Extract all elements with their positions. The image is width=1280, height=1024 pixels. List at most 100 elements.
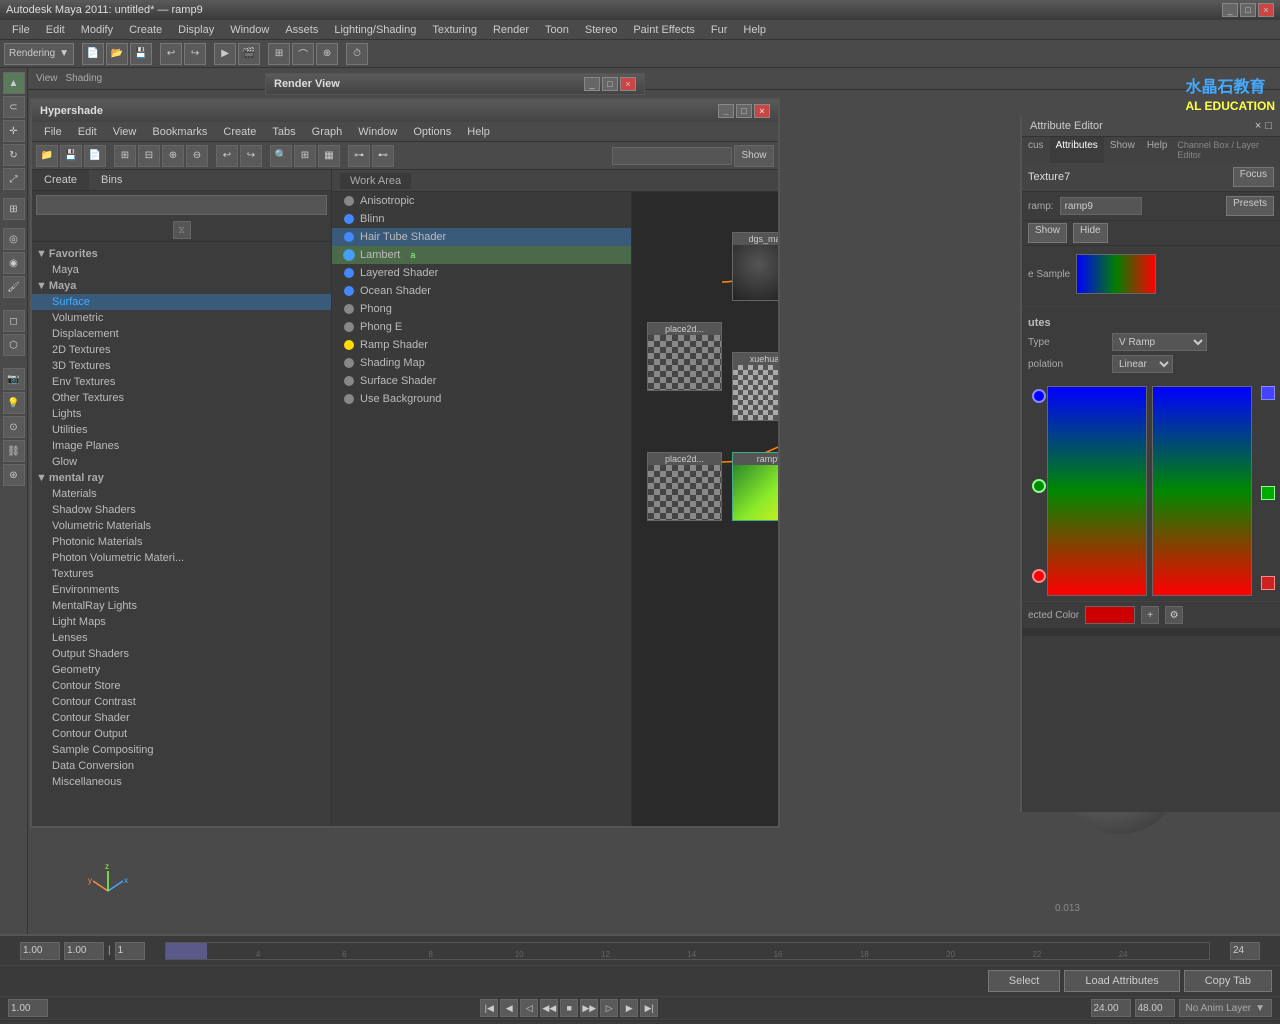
hs-minimize[interactable]: _ <box>718 104 734 118</box>
attr-editor-close[interactable]: × <box>1255 120 1261 132</box>
playback-end-input[interactable] <box>1091 999 1131 1017</box>
hs-tool-1[interactable]: 📁 <box>36 145 58 167</box>
tab-help[interactable]: Help <box>1141 137 1174 163</box>
playback-start-input[interactable] <box>8 999 48 1017</box>
hs-tool-9[interactable]: ↪ <box>240 145 262 167</box>
hs-tool-7[interactable]: ⊖ <box>186 145 208 167</box>
hs-tool-5[interactable]: ⊟ <box>138 145 160 167</box>
work-area[interactable]: dgs_mat... blendCol... <box>632 192 778 826</box>
undo-btn[interactable]: ↩ <box>160 43 182 65</box>
hs-menu-bookmarks[interactable]: Bookmarks <box>144 124 215 140</box>
presets-btn[interactable]: Presets <box>1226 196 1274 216</box>
tree-item-vol-materials[interactable]: Volumetric Materials <box>32 518 331 534</box>
tree-item-3d-textures[interactable]: 3D Textures <box>32 358 331 374</box>
hs-menu-options[interactable]: Options <box>405 124 459 140</box>
menu-create[interactable]: Create <box>121 22 170 38</box>
tree-item-sample-comp[interactable]: Sample Compositing <box>32 742 331 758</box>
menu-display[interactable]: Display <box>170 22 222 38</box>
copy-tab-button[interactable]: Copy Tab <box>1184 970 1272 992</box>
ramp-value-input[interactable] <box>1060 197 1142 215</box>
hs-menu-file[interactable]: File <box>36 124 70 140</box>
open-btn[interactable]: 📂 <box>106 43 128 65</box>
hs-menu-edit[interactable]: Edit <box>70 124 105 140</box>
tree-item-shadow-shaders[interactable]: Shadow Shaders <box>32 502 331 518</box>
stop-box-blue[interactable] <box>1261 386 1275 400</box>
ik-tool[interactable]: ⛓ <box>3 440 25 462</box>
mode-dropdown[interactable]: Rendering ▼ <box>4 43 74 65</box>
start-time-input[interactable] <box>20 942 60 960</box>
show-btn[interactable]: Show <box>1028 223 1067 243</box>
stop-btn[interactable]: ■ <box>560 999 578 1017</box>
hs-tab-bins[interactable]: Bins <box>89 170 134 190</box>
hs-maximize[interactable]: □ <box>736 104 752 118</box>
rv-maximize[interactable]: □ <box>602 77 618 91</box>
create-nurbs-tool[interactable]: ⬡ <box>3 334 25 356</box>
tree-group-mental-ray[interactable]: ▼ mental ray <box>32 470 331 486</box>
hs-menu-graph[interactable]: Graph <box>304 124 351 140</box>
create-poly-tool[interactable]: ◻ <box>3 310 25 332</box>
minimize-btn[interactable]: _ <box>1222 3 1238 17</box>
shader-surface[interactable]: Surface Shader <box>332 372 631 390</box>
snap-grid-btn[interactable]: ⊞ <box>268 43 290 65</box>
hs-menu-help[interactable]: Help <box>459 124 498 140</box>
tree-item-contour-output[interactable]: Contour Output <box>32 726 331 742</box>
timeline-bar[interactable]: 2 4 6 8 10 12 14 16 18 20 22 24 <box>165 942 1210 960</box>
attr-editor-expand[interactable]: □ <box>1265 120 1272 132</box>
start-frame-input[interactable] <box>115 942 145 960</box>
show-manip-tool[interactable]: ⊞ <box>3 198 25 220</box>
tree-item-volumetric[interactable]: Volumetric <box>32 310 331 326</box>
tree-item-contour-store[interactable]: Contour Store <box>32 678 331 694</box>
snap-point-btn[interactable]: ⊕ <box>316 43 338 65</box>
tree-item-data-conv[interactable]: Data Conversion <box>32 758 331 774</box>
hs-show-btn[interactable]: Show <box>734 145 774 167</box>
hs-menu-tabs[interactable]: Tabs <box>264 124 303 140</box>
hs-tool-3[interactable]: 📄 <box>84 145 106 167</box>
shader-anisotropic[interactable]: Anisotropic <box>332 192 631 210</box>
menu-modify[interactable]: Modify <box>73 22 121 38</box>
work-area-tab[interactable]: Work Area <box>340 173 411 189</box>
hs-close[interactable]: × <box>754 104 770 118</box>
hs-tool-10[interactable]: 🔍 <box>270 145 292 167</box>
tree-item-output-shaders[interactable]: Output Shaders <box>32 646 331 662</box>
tree-item-environments[interactable]: Environments <box>32 582 331 598</box>
shader-lambert[interactable]: Lambert a <box>332 246 631 264</box>
tree-item-materials[interactable]: Materials <box>32 486 331 502</box>
stop-box-green[interactable] <box>1261 486 1275 500</box>
select-tool[interactable]: ▲ <box>3 72 25 94</box>
close-btn[interactable]: × <box>1258 3 1274 17</box>
menu-toon[interactable]: Toon <box>537 22 577 38</box>
camera-tool[interactable]: 📷 <box>3 368 25 390</box>
play-back-btn[interactable]: ◀◀ <box>540 999 558 1017</box>
maximize-btn[interactable]: □ <box>1240 3 1256 17</box>
tree-item-photon-vol[interactable]: Photon Volumetric Materi... <box>32 550 331 566</box>
prev-frame-btn[interactable]: ◀ <box>500 999 518 1017</box>
node-xuehua-1[interactable]: xuehua_1 <box>732 352 778 421</box>
next-key-btn[interactable]: ▷ <box>600 999 618 1017</box>
go-end-btn[interactable]: ▶| <box>640 999 658 1017</box>
tree-item-textures[interactable]: Textures <box>32 566 331 582</box>
shader-phong[interactable]: Phong <box>332 300 631 318</box>
shader-use-bg[interactable]: Use Background <box>332 390 631 408</box>
rv-close[interactable]: × <box>620 77 636 91</box>
color-settings-btn[interactable]: ⚙ <box>1165 606 1183 624</box>
hs-tool-14[interactable]: ⊷ <box>372 145 394 167</box>
soft-mod-tool[interactable]: ◎ <box>3 228 25 250</box>
cluster-tool[interactable]: ⊛ <box>3 464 25 486</box>
redo-btn[interactable]: ↪ <box>184 43 206 65</box>
type-select[interactable]: V Ramp U Ramp Diagonal Ramp <box>1112 333 1207 351</box>
history-btn[interactable]: ⏱ <box>346 43 368 65</box>
rv-minimize[interactable]: _ <box>584 77 600 91</box>
hs-tab-create[interactable]: Create <box>32 170 89 190</box>
save-btn[interactable]: 💾 <box>130 43 152 65</box>
menu-stereo[interactable]: Stereo <box>577 22 625 38</box>
focus-btn[interactable]: Focus <box>1233 167 1274 187</box>
tree-item-utilities[interactable]: Utilities <box>32 422 331 438</box>
tree-group-maya[interactable]: ▼ Maya <box>32 278 331 294</box>
menu-texturing[interactable]: Texturing <box>424 22 485 38</box>
hs-tool-13[interactable]: ⊶ <box>348 145 370 167</box>
tab-attributes[interactable]: Attributes <box>1050 137 1104 163</box>
lasso-tool[interactable]: ⊂ <box>3 96 25 118</box>
gradient-bar[interactable] <box>1047 386 1147 596</box>
tab-show[interactable]: Show <box>1104 137 1141 163</box>
tree-item-env-textures[interactable]: Env Textures <box>32 374 331 390</box>
